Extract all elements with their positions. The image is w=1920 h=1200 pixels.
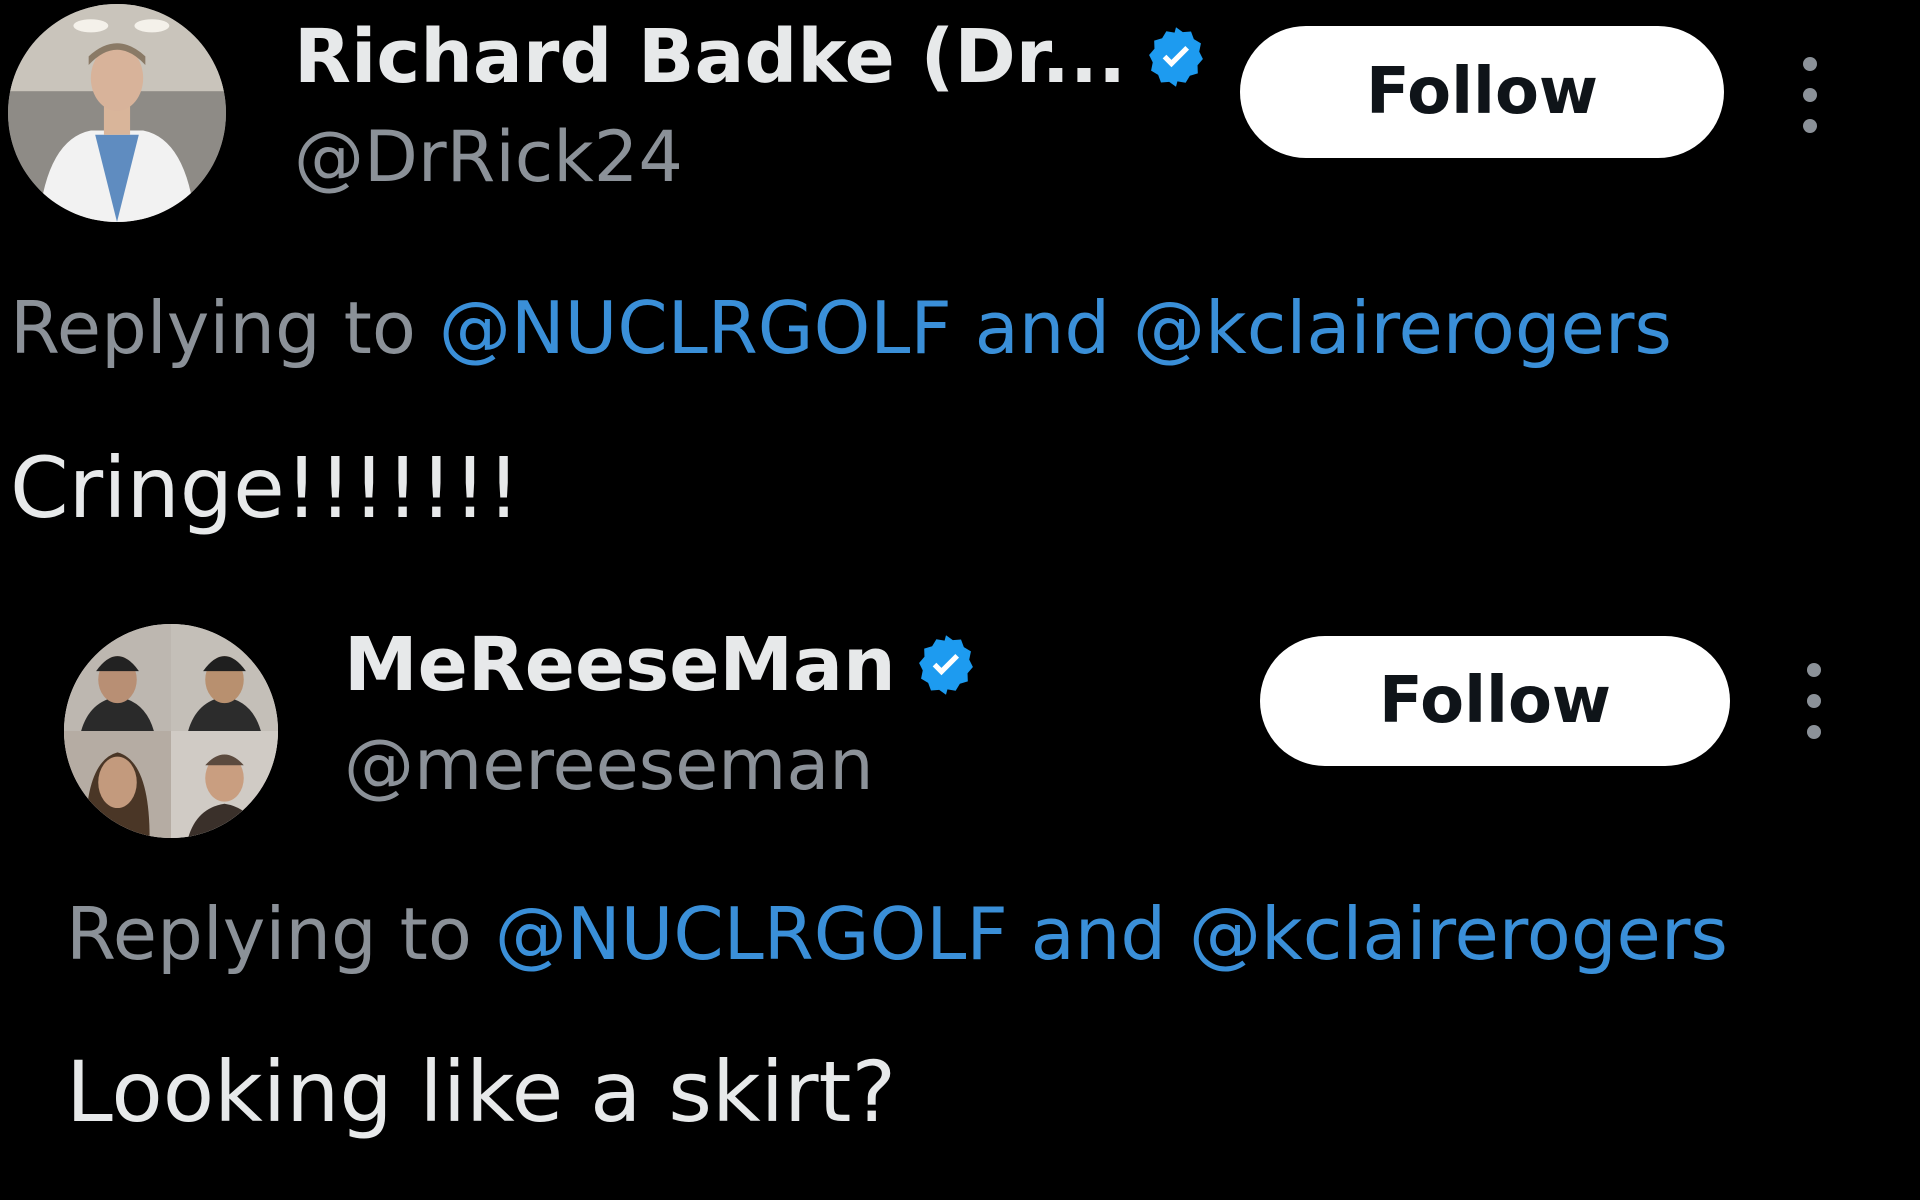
- replying-to: Replying to @NUCLRGOLF and @kclaireroger…: [66, 898, 1728, 970]
- mention-link[interactable]: @NUCLRGOLF: [495, 892, 1008, 976]
- user-handle[interactable]: @DrRick24: [294, 122, 683, 192]
- replying-to-label: Replying to: [66, 892, 472, 976]
- verified-badge-icon[interactable]: [912, 631, 980, 699]
- four-faces-collage-avatar: [64, 624, 278, 838]
- mention-link[interactable]: @NUCLRGOLF: [439, 286, 952, 370]
- man-in-white-coat-avatar: [8, 4, 226, 222]
- more-options-icon[interactable]: [1798, 52, 1822, 138]
- display-name[interactable]: Richard Badke (Dr...: [294, 20, 1210, 94]
- avatar[interactable]: [64, 624, 278, 838]
- mention-link[interactable]: @kclairerogers: [1133, 286, 1672, 370]
- tweet-text: Cringe!!!!!!!: [10, 439, 521, 537]
- verified-badge-icon[interactable]: [1142, 23, 1210, 91]
- display-name-text[interactable]: Richard Badke (Dr...: [294, 20, 1126, 94]
- avatar[interactable]: [8, 4, 226, 222]
- and-connector: and: [1030, 892, 1167, 976]
- follow-button[interactable]: Follow: [1240, 26, 1724, 158]
- and-connector: and: [974, 286, 1111, 370]
- more-options-icon[interactable]: [1802, 658, 1826, 744]
- follow-button[interactable]: Follow: [1260, 636, 1730, 766]
- display-name[interactable]: MeReeseMan: [344, 628, 980, 702]
- replying-to: Replying to @NUCLRGOLF and @kclaireroger…: [10, 292, 1672, 364]
- tweet-text: Looking like a skirt?: [66, 1043, 897, 1141]
- user-handle[interactable]: @mereeseman: [344, 730, 874, 800]
- mention-link[interactable]: @kclairerogers: [1189, 892, 1728, 976]
- display-name-text[interactable]: MeReeseMan: [344, 628, 896, 702]
- replying-to-label: Replying to: [10, 286, 416, 370]
